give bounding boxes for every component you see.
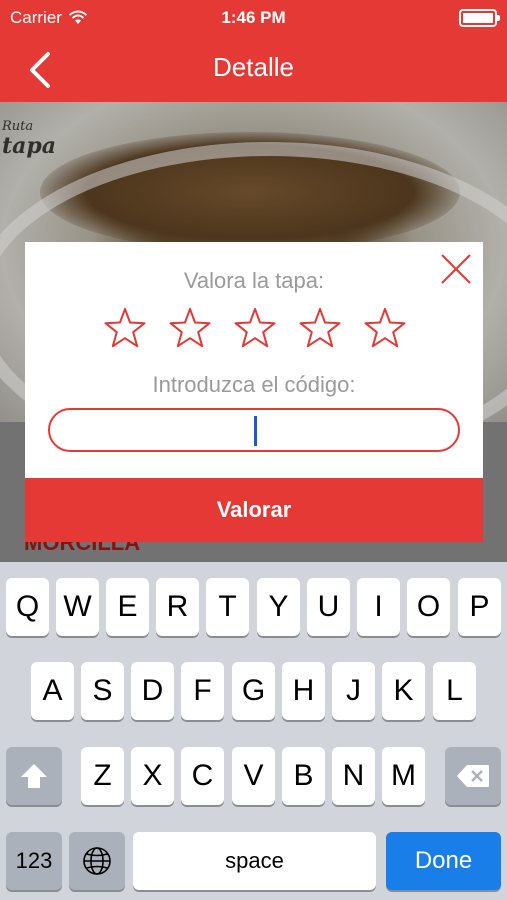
- key-n[interactable]: N: [332, 747, 375, 805]
- page-title: Detalle: [213, 52, 294, 82]
- keyboard: Q W E R T Y U I O P A S D F G H J K L Z …: [0, 562, 507, 900]
- star-rating: [103, 306, 407, 350]
- key-y[interactable]: Y: [257, 578, 300, 636]
- rate-label: Valora la tapa:: [183, 268, 325, 293]
- key-j[interactable]: J: [332, 662, 375, 720]
- valorar-button[interactable]: Valorar: [25, 478, 483, 542]
- key-r[interactable]: R: [156, 578, 199, 636]
- globe-icon: [83, 847, 111, 875]
- key-p[interactable]: P: [458, 578, 501, 636]
- shift-key[interactable]: [6, 747, 62, 805]
- code-label: Introduzca el código:: [152, 372, 356, 397]
- status-time: 1:46 PM: [221, 8, 286, 27]
- key-h[interactable]: H: [282, 662, 325, 720]
- key-i[interactable]: I: [357, 578, 400, 636]
- text-caret: [254, 416, 257, 446]
- numbers-key[interactable]: 123: [6, 832, 62, 890]
- star-icon-4[interactable]: [298, 306, 342, 350]
- delete-key[interactable]: [445, 747, 501, 805]
- key-q[interactable]: Q: [6, 578, 49, 636]
- key-m[interactable]: M: [382, 747, 425, 805]
- key-s[interactable]: S: [81, 662, 124, 720]
- key-k[interactable]: K: [382, 662, 425, 720]
- nav-bar: Detalle: [0, 36, 507, 102]
- key-o[interactable]: O: [407, 578, 450, 636]
- key-g[interactable]: G: [232, 662, 275, 720]
- backspace-icon: [457, 765, 489, 787]
- globe-key[interactable]: [69, 832, 125, 890]
- key-l[interactable]: L: [433, 662, 476, 720]
- shift-icon: [21, 764, 47, 788]
- key-b[interactable]: B: [282, 747, 325, 805]
- key-w[interactable]: W: [56, 578, 99, 636]
- key-a[interactable]: A: [31, 662, 74, 720]
- space-key[interactable]: space: [133, 832, 376, 890]
- star-icon-1[interactable]: [103, 306, 147, 350]
- key-c[interactable]: C: [181, 747, 224, 805]
- key-v[interactable]: V: [232, 747, 275, 805]
- key-d[interactable]: D: [131, 662, 174, 720]
- status-bar: Carrier 1:46 PM: [0, 0, 507, 36]
- star-icon-5[interactable]: [363, 306, 407, 350]
- code-input[interactable]: [48, 408, 460, 452]
- key-f[interactable]: F: [181, 662, 224, 720]
- key-z[interactable]: Z: [81, 747, 124, 805]
- star-icon-2[interactable]: [168, 306, 212, 350]
- key-x[interactable]: X: [131, 747, 174, 805]
- rating-dialog: Valora la tapa: Introduzca el código: Va…: [25, 242, 483, 542]
- key-u[interactable]: U: [307, 578, 350, 636]
- key-t[interactable]: T: [206, 578, 249, 636]
- battery-icon: [459, 9, 500, 27]
- done-key[interactable]: Done: [386, 832, 501, 890]
- key-e[interactable]: E: [106, 578, 149, 636]
- star-icon-3[interactable]: [233, 306, 277, 350]
